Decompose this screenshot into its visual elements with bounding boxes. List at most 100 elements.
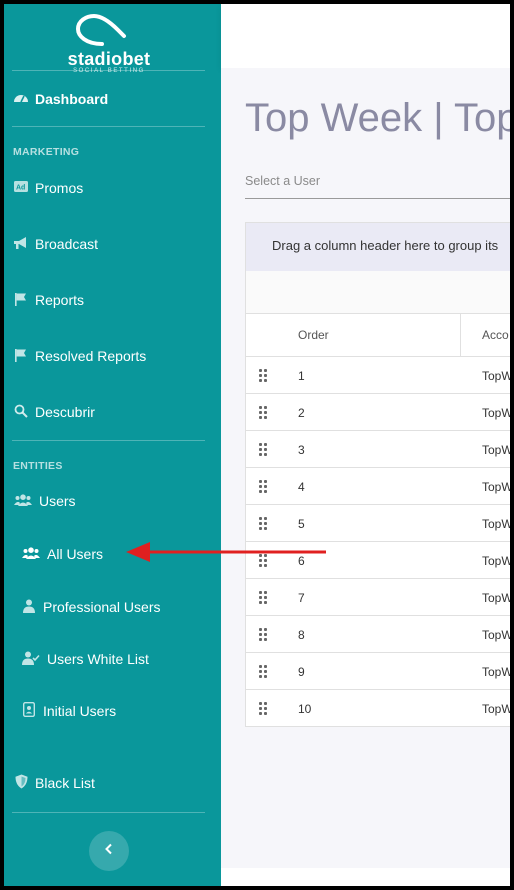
column-separator <box>460 314 461 357</box>
sidebar-item-label: Broadcast <box>35 236 99 252</box>
sidebar-item-label: Reports <box>35 292 85 308</box>
table-row[interactable]: 3 TopW <box>246 431 513 468</box>
group-panel[interactable]: Drag a column header here to group its <box>246 223 510 271</box>
brand-name: stadiobet <box>67 49 151 69</box>
table-row[interactable]: 2 TopW <box>246 394 513 431</box>
cell-account: TopW <box>482 554 513 568</box>
divider <box>12 126 205 127</box>
sidebar-item-label: Dashboard <box>35 91 109 107</box>
drag-handle-icon[interactable] <box>259 406 267 419</box>
logo[interactable]: stadiobet SOCIAL BETTING <box>4 4 221 74</box>
app-window: stadiobet SOCIAL BETTING Dashboard MARKE… <box>0 0 514 890</box>
sidebar-item-all-users[interactable]: All Users <box>21 543 103 565</box>
table-row[interactable]: 4 TopW <box>246 468 513 505</box>
flag-icon <box>13 348 29 365</box>
sidebar-item-professional-users[interactable]: Professional Users <box>21 596 161 618</box>
drag-handle-icon[interactable] <box>259 591 267 604</box>
sidebar: stadiobet SOCIAL BETTING Dashboard MARKE… <box>4 4 221 886</box>
section-header-entities: ENTITIES <box>13 460 63 472</box>
table-row[interactable]: 9 TopW <box>246 653 513 690</box>
chevron-left-icon <box>104 842 114 860</box>
drag-handle-icon[interactable] <box>259 554 267 567</box>
select-user-field[interactable]: Select a User <box>245 174 510 199</box>
cell-account: TopW <box>482 665 513 679</box>
user-check-icon <box>21 651 41 668</box>
drag-handle-icon[interactable] <box>259 702 267 715</box>
shield-icon <box>13 774 29 792</box>
users-icon <box>13 493 33 509</box>
cell-account: TopW <box>482 591 513 605</box>
sidebar-item-label: All Users <box>47 546 104 562</box>
sidebar-item-label: Users <box>39 493 76 509</box>
drag-handle-icon[interactable] <box>259 369 267 382</box>
cell-account: TopW <box>482 628 513 642</box>
column-header-order[interactable]: Order <box>298 328 329 342</box>
sidebar-item-dashboard[interactable]: Dashboard <box>13 88 108 110</box>
divider <box>12 440 205 441</box>
cell-order: 10 <box>298 702 312 716</box>
sidebar-item-users-white-list[interactable]: Users White List <box>21 648 149 670</box>
sidebar-item-resolved-reports[interactable]: Resolved Reports <box>13 345 146 367</box>
drag-handle-icon[interactable] <box>259 480 267 493</box>
flag-icon <box>13 292 29 309</box>
sidebar-item-black-list[interactable]: Black List <box>13 772 95 794</box>
grid-body: 1 TopW 2 TopW 3 TopW 4 TopW 5 TopW 6 TopW 7 TopW 8 TopW… <box>246 357 513 727</box>
cell-account: TopW <box>482 702 513 716</box>
cell-order: 6 <box>298 554 305 568</box>
table-row[interactable]: 1 TopW <box>246 357 513 394</box>
main-content: Top Week | Top Select a User Drag a colu… <box>221 68 514 868</box>
sidebar-item-label: Professional Users <box>43 599 161 615</box>
cell-order: 2 <box>298 406 305 420</box>
sidebar-collapse-button[interactable] <box>89 831 129 871</box>
cell-order: 1 <box>298 369 305 383</box>
cell-order: 3 <box>298 443 305 457</box>
sidebar-item-label: Promos <box>35 180 84 196</box>
search-icon <box>13 404 29 421</box>
sidebar-item-users[interactable]: Users <box>13 490 76 512</box>
top-bar <box>221 4 510 68</box>
cell-order: 9 <box>298 665 305 679</box>
sidebar-item-descubrir[interactable]: Descubrir <box>13 401 95 423</box>
column-header-account[interactable]: Acco <box>482 328 509 342</box>
sidebar-item-promos[interactable]: Ad Promos <box>13 177 83 199</box>
sidebar-item-label: Users White List <box>47 651 149 667</box>
cell-account: TopW <box>482 443 513 457</box>
bullhorn-icon <box>13 236 29 253</box>
section-header-marketing: MARKETING <box>13 146 80 158</box>
user-tie-icon <box>21 599 37 616</box>
cell-account: TopW <box>482 517 513 531</box>
table-row[interactable]: 5 TopW <box>246 505 513 542</box>
sidebar-item-reports[interactable]: Reports <box>13 289 84 311</box>
id-badge-icon <box>21 701 37 720</box>
svg-text:Ad: Ad <box>16 185 25 192</box>
cell-order: 4 <box>298 480 305 494</box>
cell-order: 7 <box>298 591 305 605</box>
divider <box>12 812 205 813</box>
drag-handle-icon[interactable] <box>259 517 267 530</box>
sidebar-item-initial-users[interactable]: Initial Users <box>21 700 116 722</box>
sidebar-item-label: Initial Users <box>43 703 117 719</box>
table-row[interactable]: 8 TopW <box>246 616 513 653</box>
cell-account: TopW <box>482 369 513 383</box>
table-row[interactable]: 7 TopW <box>246 579 513 616</box>
table-row[interactable]: 6 TopW <box>246 542 513 579</box>
table-row[interactable]: 10 TopW <box>246 690 513 727</box>
ad-icon: Ad <box>13 181 29 195</box>
cell-account: TopW <box>482 406 513 420</box>
cell-order: 8 <box>298 628 305 642</box>
data-grid: Drag a column header here to group its O… <box>245 222 513 727</box>
brand-tagline: SOCIAL BETTING <box>73 68 145 74</box>
users-icon <box>21 546 41 562</box>
drag-handle-icon[interactable] <box>259 443 267 456</box>
tachometer-icon <box>13 91 29 108</box>
page-title: Top Week | Top <box>245 96 514 140</box>
cell-account: TopW <box>482 480 513 494</box>
divider <box>12 70 205 71</box>
filter-row[interactable] <box>246 271 510 314</box>
sidebar-item-label: Descubrir <box>35 404 95 420</box>
drag-handle-icon[interactable] <box>259 628 267 641</box>
drag-handle-icon[interactable] <box>259 665 267 678</box>
grid-header: Order Acco <box>246 314 510 357</box>
sidebar-item-broadcast[interactable]: Broadcast <box>13 233 98 255</box>
sidebar-item-label: Resolved Reports <box>35 348 147 364</box>
